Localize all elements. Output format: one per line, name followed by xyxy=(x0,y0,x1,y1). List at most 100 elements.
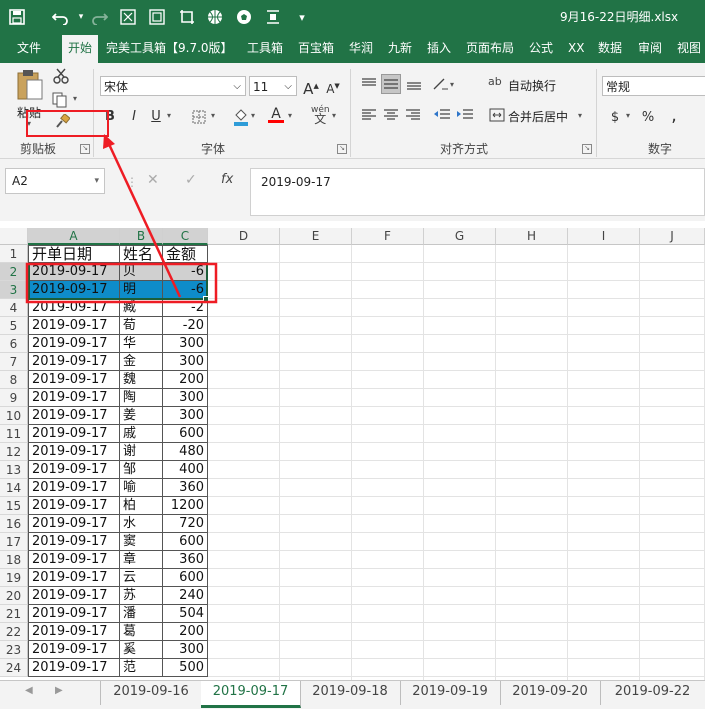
wrap-text-button[interactable]: 自动换行 xyxy=(508,77,556,94)
cell-date[interactable]: 2019-09-17 xyxy=(28,461,120,479)
row-header[interactable]: 19 xyxy=(0,569,28,587)
cell-amount[interactable]: -2 xyxy=(163,299,208,317)
number-format-select[interactable]: 常规 xyxy=(602,76,705,96)
alignment-launcher-icon[interactable]: ↘ xyxy=(582,144,592,154)
cell-amount[interactable]: 300 xyxy=(163,353,208,371)
tab-home[interactable]: 开始 xyxy=(62,35,99,63)
redo-icon[interactable] xyxy=(88,6,110,28)
border-icon[interactable] xyxy=(192,110,206,127)
cell-name[interactable]: 苏 xyxy=(120,587,163,605)
basketball-icon[interactable] xyxy=(204,6,226,28)
cell-amount[interactable]: 1200 xyxy=(163,497,208,515)
cell-amount[interactable]: 504 xyxy=(163,605,208,623)
phonetic-dropdown-icon[interactable]: ▾ xyxy=(332,111,336,120)
row-header[interactable]: 16 xyxy=(0,515,28,533)
cell-date[interactable]: 2019-09-17 xyxy=(28,425,120,443)
cell-date[interactable]: 2019-09-17 xyxy=(28,605,120,623)
cell-name[interactable]: 戚 xyxy=(120,425,163,443)
sheet-tab[interactable]: 2019-09-16 xyxy=(100,681,202,705)
cell-date[interactable]: 2019-09-17 xyxy=(28,641,120,659)
cell-name[interactable]: 华 xyxy=(120,335,163,353)
cell-amount[interactable]: 360 xyxy=(163,551,208,569)
decrease-font-icon[interactable]: A▼ xyxy=(324,76,342,96)
screenshot-icon[interactable] xyxy=(146,6,168,28)
select-all-corner[interactable] xyxy=(0,228,28,245)
column-header[interactable]: E xyxy=(280,228,352,245)
align-right-icon[interactable] xyxy=(405,108,421,125)
format-painter-icon[interactable] xyxy=(54,113,71,133)
fullscreen-icon[interactable] xyxy=(262,6,284,28)
cell-name[interactable]: 荀 xyxy=(120,317,163,335)
wrap-text-icon[interactable]: ab xyxy=(488,75,502,88)
align-center-icon[interactable] xyxy=(383,108,399,125)
row-header[interactable]: 22 xyxy=(0,623,28,641)
cell-amount[interactable]: 600 xyxy=(163,569,208,587)
tab-data[interactable]: 数据 xyxy=(598,35,622,63)
increase-indent-icon[interactable] xyxy=(456,108,474,125)
crop-icon[interactable] xyxy=(176,6,198,28)
clipboard-launcher-icon[interactable]: ↘ xyxy=(80,144,90,154)
cut-icon[interactable] xyxy=(53,68,69,87)
cell-amount[interactable]: 300 xyxy=(163,641,208,659)
tab-xx[interactable]: XX xyxy=(568,35,584,63)
merge-center-icon[interactable] xyxy=(489,108,505,125)
row-header[interactable]: 14 xyxy=(0,479,28,497)
tab-view[interactable]: 视图 xyxy=(677,35,701,63)
cell-name[interactable]: 奚 xyxy=(120,641,163,659)
cell-date[interactable]: 2019-09-17 xyxy=(28,551,120,569)
row-header[interactable]: 4 xyxy=(0,299,28,317)
cell-name[interactable]: 柏 xyxy=(120,497,163,515)
sheet-tab[interactable]: 2019-09-20 xyxy=(500,681,601,705)
align-left-icon[interactable] xyxy=(361,108,377,125)
row-header[interactable]: 3 xyxy=(0,281,28,299)
italic-button[interactable]: I xyxy=(126,107,142,127)
row-header[interactable]: 9 xyxy=(0,389,28,407)
cell-amount[interactable]: 240 xyxy=(163,587,208,605)
cell-name[interactable]: 魏 xyxy=(120,371,163,389)
tab-formulas[interactable]: 公式 xyxy=(529,35,553,63)
print-preview-icon[interactable] xyxy=(117,6,139,28)
cell-name[interactable]: 姜 xyxy=(120,407,163,425)
tab-review[interactable]: 审阅 xyxy=(638,35,662,63)
tab-treasure-box[interactable]: 百宝箱 xyxy=(298,35,334,63)
cell-amount[interactable]: 480 xyxy=(163,443,208,461)
cell-date[interactable]: 2019-09-17 xyxy=(28,299,120,317)
decrease-indent-icon[interactable] xyxy=(433,108,451,125)
merge-center-button[interactable]: 合并后居中 xyxy=(508,108,568,125)
font-launcher-icon[interactable]: ↘ xyxy=(337,144,347,154)
currency-button[interactable]: $ xyxy=(608,108,622,128)
column-header[interactable]: H xyxy=(496,228,568,245)
header-cell-name[interactable]: 姓名 xyxy=(120,245,163,263)
cell-name[interactable]: 章 xyxy=(120,551,163,569)
cell-amount[interactable]: 300 xyxy=(163,389,208,407)
cell-amount[interactable]: 500 xyxy=(163,659,208,677)
column-header[interactable]: C xyxy=(163,228,208,245)
enter-icon[interactable]: ✓ xyxy=(185,172,197,188)
cell-date[interactable]: 2019-09-17 xyxy=(28,479,120,497)
cell-amount[interactable]: 720 xyxy=(163,515,208,533)
save-icon[interactable] xyxy=(6,6,28,28)
worksheet-grid[interactable]: A B C D E F G H I J 1 开单日期 姓名 金额 2 2019-09-17 贝 -6 3 2019-0… xyxy=(0,228,705,680)
border-dropdown-icon[interactable]: ▾ xyxy=(211,111,215,120)
cell-date[interactable]: 2019-09-17 xyxy=(28,407,120,425)
copy-dropdown-icon[interactable]: ▾ xyxy=(73,94,77,103)
paste-icon[interactable] xyxy=(16,69,44,104)
tab-jiuxin[interactable]: 九新 xyxy=(388,35,412,63)
row-header[interactable]: 1 xyxy=(0,245,28,263)
column-header[interactable]: J xyxy=(640,228,705,245)
customize-toolbar-icon[interactable]: ▾ xyxy=(291,6,313,28)
cell-name[interactable]: 邹 xyxy=(120,461,163,479)
row-header[interactable]: 17 xyxy=(0,533,28,551)
column-header[interactable]: F xyxy=(352,228,424,245)
tab-huarun[interactable]: 华润 xyxy=(349,35,373,63)
fill-handle[interactable] xyxy=(203,296,209,302)
orientation-dropdown-icon[interactable]: ▾ xyxy=(450,80,454,89)
column-header[interactable]: I xyxy=(568,228,640,245)
cell-amount[interactable]: 200 xyxy=(163,623,208,641)
cell-amount[interactable]: -20 xyxy=(163,317,208,335)
row-header[interactable]: 5 xyxy=(0,317,28,335)
cell-amount[interactable]: 360 xyxy=(163,479,208,497)
row-header[interactable]: 10 xyxy=(0,407,28,425)
tab-toolbox[interactable]: 工具箱 xyxy=(247,35,283,63)
font-color-dropdown-icon[interactable]: ▾ xyxy=(288,111,292,120)
